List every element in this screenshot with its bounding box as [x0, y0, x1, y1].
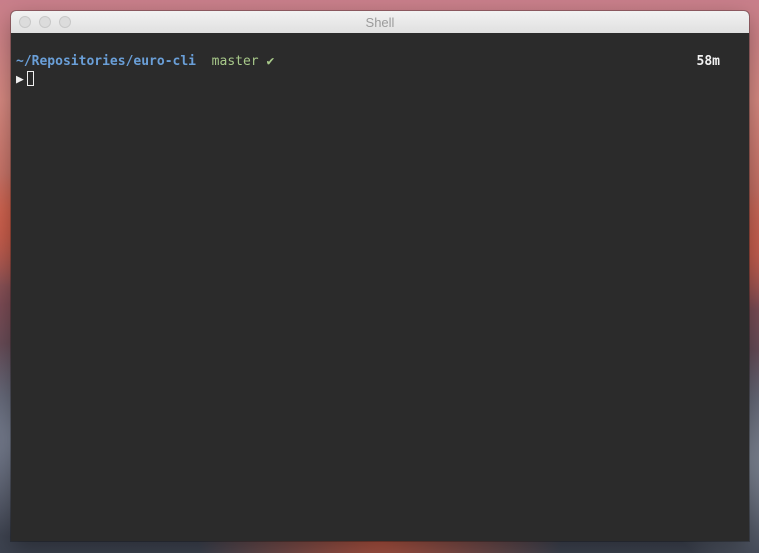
current-directory: ~/Repositories/euro-cli [16, 54, 197, 69]
window-titlebar[interactable]: Shell [11, 11, 749, 34]
text-cursor [26, 71, 34, 86]
prompt-arrow-icon: ▶ [16, 72, 24, 87]
git-clean-check-icon: ✔ [266, 54, 275, 69]
command-input-line[interactable]: ▶ [16, 71, 34, 88]
git-branch: master [211, 54, 259, 69]
window-title: Shell [365, 15, 395, 30]
terminal-window[interactable]: Shell ~/Repositories/euro-cli master ✔ 5… [11, 11, 749, 541]
terminal-output-area[interactable]: ~/Repositories/euro-cli master ✔ 58m ▶ [11, 33, 749, 541]
elapsed-time: 58m [696, 54, 720, 69]
prompt-line: ~/Repositories/euro-cli master ✔ [16, 54, 274, 70]
